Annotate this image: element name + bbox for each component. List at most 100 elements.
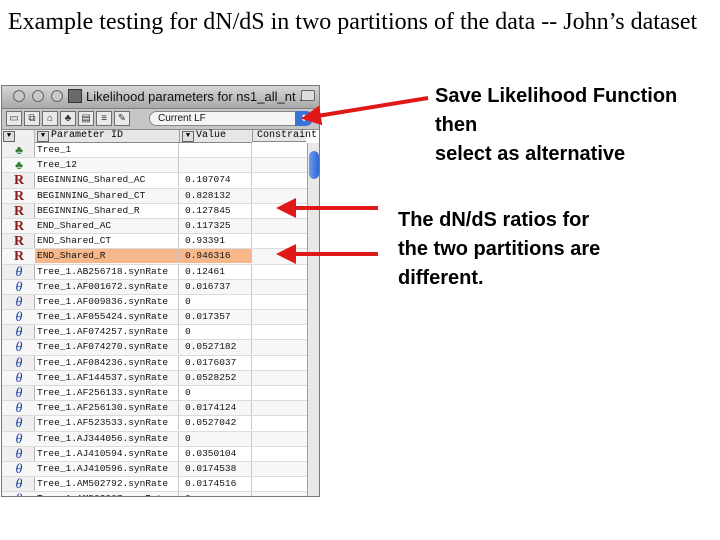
minimize-window-button[interactable]	[32, 90, 44, 102]
table-row[interactable]: θ Tree_1.AB256718.synRate 0.12461	[2, 264, 307, 280]
cell-constraint[interactable]	[252, 234, 307, 248]
cell-value[interactable]: 0	[179, 492, 252, 496]
toolbar-toggle-button[interactable]	[301, 90, 315, 101]
cell-value[interactable]: 0.946316	[179, 249, 252, 264]
cell-value[interactable]: 0.0527182	[179, 340, 252, 355]
window-titlebar[interactable]: Likelihood parameters for ns1_all_nt ...	[2, 86, 319, 109]
icon-column-menu-button[interactable]: ▼	[3, 131, 15, 142]
cell-value[interactable]	[179, 143, 252, 157]
cell-value[interactable]: 0.93391	[179, 234, 252, 249]
cell-constraint[interactable]	[252, 477, 307, 491]
table-row[interactable]: θ Tree_1.AJ410594.synRate 0.0350104	[2, 446, 307, 462]
likelihood-parameters-window: Likelihood parameters for ns1_all_nt ...…	[1, 85, 320, 497]
table-row[interactable]: R END_Shared_CT 0.93391	[2, 234, 307, 250]
cell-value[interactable]: 0.0527042	[179, 416, 252, 431]
cell-constraint[interactable]	[252, 219, 307, 233]
cell-constraint[interactable]	[252, 204, 307, 218]
table-row[interactable]: θ Tree_1.AF256133.synRate 0	[2, 386, 307, 402]
cell-constraint[interactable]	[252, 432, 307, 446]
cell-value[interactable]: 0.107074	[179, 173, 252, 188]
cell-value[interactable]: 0	[179, 294, 252, 309]
cell-constraint[interactable]	[252, 386, 307, 400]
table-row[interactable]: R END_Shared_AC 0.117325	[2, 218, 307, 235]
edit-icon[interactable]: ✎	[114, 111, 130, 126]
cell-constraint[interactable]	[252, 401, 307, 415]
cell-constraint[interactable]	[252, 158, 307, 172]
column-header-constraint[interactable]: Constraint	[252, 130, 317, 142]
table-row[interactable]: θ Tree_1.AM502807.synRate0	[2, 492, 307, 496]
cell-constraint[interactable]	[252, 447, 307, 461]
table-row[interactable]: θ Tree_1.AF084236.synRate 0.0176037	[2, 355, 307, 371]
copy-icon[interactable]: ⧉	[24, 111, 40, 126]
cell-constraint[interactable]	[252, 340, 307, 354]
table-row[interactable]: θ Tree_1.AF144537.synRate 0.0528252	[2, 370, 307, 386]
chevron-down-icon[interactable]: ▼	[182, 131, 194, 142]
likelihood-function-select[interactable]: Current LF ⬍	[149, 111, 313, 126]
cell-value[interactable]: 0.0174516	[179, 477, 252, 492]
cell-constraint[interactable]	[252, 295, 307, 309]
chevron-down-icon[interactable]: ⬍	[295, 111, 313, 126]
cell-value[interactable]: 0.017357	[179, 310, 252, 325]
table-row[interactable]: θ Tree_1.AF523533.synRate 0.0527042	[2, 416, 307, 432]
constraint-icon[interactable]: ≡	[96, 111, 112, 126]
maximize-window-button[interactable]	[51, 90, 63, 102]
cell-constraint[interactable]	[252, 325, 307, 339]
theta-parameter-icon: θ	[15, 370, 23, 386]
cell-constraint[interactable]	[252, 249, 307, 263]
cell-value[interactable]: 0.117325	[179, 218, 252, 233]
cell-value[interactable]: 0.016737	[179, 279, 252, 294]
select-all-icon[interactable]: ▭	[6, 111, 22, 126]
cell-value[interactable]: 0.0174538	[179, 461, 252, 476]
cell-value[interactable]: 0	[179, 386, 252, 400]
table-row[interactable]: θ Tree_1.AF001672.synRate 0.016737	[2, 279, 307, 295]
cell-value[interactable]: 0	[179, 325, 252, 340]
cell-constraint[interactable]	[252, 492, 307, 496]
table-row[interactable]: ♣ Tree_12	[2, 158, 307, 174]
tree-view-icon[interactable]: ♣	[60, 111, 76, 126]
table-row[interactable]: R BEGINNING_Shared_R 0.127845	[2, 203, 307, 219]
cell-constraint[interactable]	[252, 143, 307, 157]
table-row[interactable]: θ Tree_1.AF074270.synRate 0.0527182	[2, 340, 307, 356]
chart-icon[interactable]: ▤	[78, 111, 94, 126]
cell-value[interactable]: 0.0176037	[179, 355, 252, 370]
cell-value[interactable]: 0.0174124	[179, 401, 252, 416]
vertical-scrollbar[interactable]	[307, 143, 319, 496]
close-window-button[interactable]	[13, 90, 25, 102]
cell-constraint[interactable]	[252, 280, 307, 294]
cell-constraint[interactable]	[252, 416, 307, 430]
rate-parameter-icon: R	[13, 234, 25, 250]
cell-value[interactable]: 0.0528252	[179, 370, 252, 385]
cell-value[interactable]: 0	[179, 431, 252, 446]
cell-value[interactable]: 0.0350104	[179, 446, 252, 461]
table-row[interactable]: θ Tree_1.AF009836.synRate 0	[2, 294, 307, 311]
cell-constraint[interactable]	[252, 310, 307, 324]
lock-icon[interactable]: ⌂	[42, 111, 58, 126]
table-row[interactable]: θ Tree_1.AF256130.synRate 0.0174124	[2, 401, 307, 417]
table-row[interactable]: θ Tree_1.AM502792.synRate 0.0174516	[2, 477, 307, 493]
column-header-parameter-id[interactable]: ▼ Parameter ID	[35, 130, 179, 143]
cell-parameter-id: Tree_1.AF009836.synRate	[35, 294, 179, 309]
cell-constraint[interactable]	[252, 189, 307, 203]
cell-constraint[interactable]	[252, 265, 307, 279]
table-row[interactable]: θ Tree_1.AJ410596.synRate 0.0174538	[2, 461, 307, 478]
cell-value[interactable]: 0.12461	[179, 264, 252, 279]
cell-constraint[interactable]	[252, 356, 307, 370]
cell-parameter-id: Tree_1.AF256130.synRate	[35, 401, 179, 416]
theta-parameter-icon: θ	[15, 446, 23, 462]
column-header-value[interactable]: ▼ Value	[179, 130, 252, 143]
cell-value[interactable]: 0.828132	[179, 188, 252, 203]
table-row[interactable]: θ Tree_1.AF074257.synRate 0	[2, 325, 307, 341]
cell-constraint[interactable]	[252, 173, 307, 187]
cell-constraint[interactable]	[252, 462, 307, 476]
cell-value[interactable]	[179, 158, 252, 173]
table-row[interactable]: R BEGINNING_Shared_AC 0.107074	[2, 173, 307, 189]
table-row[interactable]: R BEGINNING_Shared_CT 0.828132	[2, 188, 307, 204]
table-row[interactable]: R END_Shared_R 0.946316	[2, 249, 307, 265]
table-row[interactable]: ♣ Tree_1	[2, 143, 307, 159]
scrollbar-thumb[interactable]	[309, 151, 319, 179]
table-row[interactable]: θ Tree_1.AF055424.synRate 0.017357	[2, 310, 307, 326]
cell-value[interactable]: 0.127845	[179, 203, 252, 218]
cell-constraint[interactable]	[252, 371, 307, 385]
chevron-down-icon[interactable]: ▼	[37, 131, 49, 142]
table-row[interactable]: θ Tree_1.AJ344056.synRate 0	[2, 431, 307, 447]
